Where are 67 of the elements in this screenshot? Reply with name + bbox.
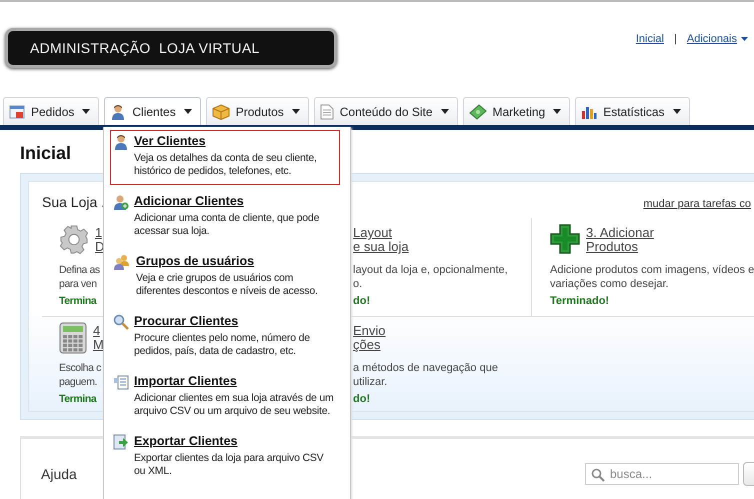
- caret-icon: [672, 109, 681, 114]
- document-icon: [320, 104, 334, 120]
- caret-icon: [184, 109, 192, 114]
- task-link[interactable]: 3. Adicionar Produtos: [586, 226, 654, 254]
- menu-item-description: Procure clientes pelo nome, número de pedidos, país, data de cadastro, etc.: [134, 332, 311, 358]
- menu-item-description: Adicionar clientes em sua loja através de um arquivo CSV ou um arquivo de seu website.: [134, 392, 335, 418]
- menu-item-description: Veja e crie grupos de usuários com diferentes descontos e níveis de acesso.: [136, 272, 319, 298]
- nav-tab[interactable]: Conteúdo do Site: [314, 97, 458, 125]
- nav-tab[interactable]: Clientes: [104, 97, 201, 125]
- add-person-icon: [113, 194, 129, 210]
- calculator-icon: [59, 322, 87, 354]
- group-icon: [113, 254, 131, 270]
- logo[interactable]: ADMINISTRAÇÃO LOJA VIRTUAL: [5, 28, 337, 68]
- menu-item[interactable]: Exportar Clientes Exportar clientes da loja para arquivo CSV ou XML.: [110, 430, 340, 485]
- task-status: Termina: [59, 295, 96, 307]
- task-description: a métodos de navegação que utilizar.: [353, 361, 499, 389]
- caret-icon: [292, 109, 300, 114]
- menu-item[interactable]: Importar Clientes Adicionar clientes em sua loja através de um arquivo CSV ou um arquivo de seu website.: [110, 370, 340, 425]
- home-link[interactable]: Inicial: [636, 33, 664, 45]
- task-description: Adicione produtos com imagens, vídeos e variações como desejar.: [550, 263, 754, 291]
- menu-item[interactable]: Adicionar Clientes Adicionar uma conta de cliente, que pode acessar sua loja.: [110, 190, 340, 245]
- menu-item-title: Ver Clientes: [134, 133, 207, 149]
- banknote-icon: [468, 104, 487, 120]
- more-menu-link[interactable]: Adicionais: [686, 33, 748, 45]
- search-field[interactable]: busca...: [585, 463, 739, 485]
- caret-icon: [553, 109, 562, 114]
- menu-item-description: Exportar clientes da loja para arquivo CSV ou XML.: [134, 452, 324, 478]
- task-link[interactable]: Envio ções: [353, 324, 386, 352]
- task-status: do!: [353, 393, 370, 405]
- page-title: Inicial: [20, 143, 72, 164]
- switch-tasks-link[interactable]: mudar para tarefas co: [643, 198, 751, 210]
- menu-item-title: Grupos de usuários: [136, 253, 256, 269]
- plus-icon: [550, 224, 580, 254]
- task-description: layout da loja e, opcionalmente, o.: [353, 263, 509, 291]
- nav-tab[interactable]: Estatísticas: [575, 97, 690, 125]
- menu-item-description: Adicionar uma conta de cliente, que pode acessar sua loja.: [134, 212, 320, 238]
- person-icon: [110, 104, 126, 120]
- task-status: do!: [353, 295, 370, 307]
- person-icon: [113, 134, 129, 150]
- menu-item-title: Procurar Clientes: [134, 313, 240, 329]
- task-description: Escolha c paguem.: [59, 361, 102, 389]
- menu-item-description: Veja os detalhes da conta de seu cliente, histórico de pedidos, telefones, etc.: [134, 152, 318, 178]
- menu-item-title: Importar Clientes: [134, 373, 238, 389]
- task-link[interactable]: 4 M: [93, 324, 104, 352]
- menu-item[interactable]: Procurar Clientes Procure clientes pelo nome, número de pedidos, país, data de cadastro, etc.: [110, 310, 340, 365]
- nav-tab[interactable]: Marketing: [462, 97, 570, 125]
- caret-icon: [82, 109, 90, 114]
- separator: |: [674, 33, 677, 45]
- menu-item[interactable]: Ver Clientes Veja os detalhes da conta de seu cliente, histórico de pedidos, telefones, etc.: [110, 130, 340, 185]
- import-list-icon: [113, 374, 129, 390]
- box-icon: [212, 104, 230, 120]
- order-form-icon: [9, 104, 25, 120]
- task-description: Defina as para ven: [59, 263, 101, 291]
- caret-icon: [741, 37, 748, 41]
- caret-icon: [440, 109, 449, 114]
- export-icon: [113, 434, 129, 450]
- nav-tab[interactable]: Pedidos: [3, 97, 100, 125]
- gear-icon: [59, 224, 89, 256]
- menu-item-title: Adicionar Clientes: [134, 193, 245, 209]
- menu-item[interactable]: Grupos de usuários Veja e crie grupos de usuários com diferentes descontos e níveis de acesso.: [110, 250, 340, 305]
- menu-item-title: Exportar Clientes: [134, 433, 239, 449]
- panel-title: Ajuda: [41, 466, 77, 482]
- task-link[interactable]: Layout e sua loja: [353, 226, 409, 254]
- task-status: Termina: [59, 393, 96, 405]
- nav-tab[interactable]: Produtos: [206, 97, 309, 125]
- search-icon: [113, 314, 129, 330]
- task-status: Terminado!: [550, 295, 610, 307]
